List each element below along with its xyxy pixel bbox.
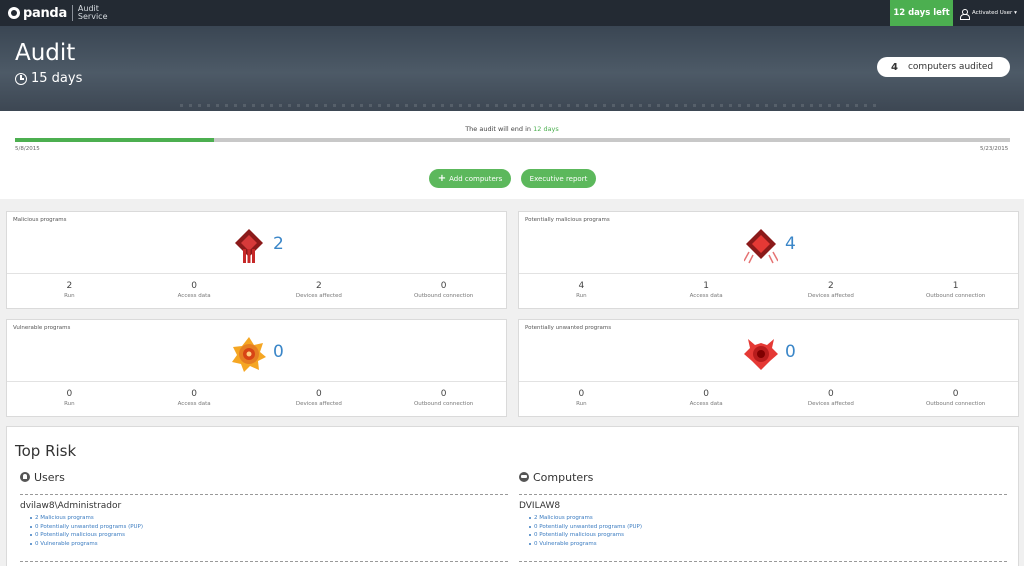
computer-icon bbox=[519, 472, 529, 482]
audit-progress-fill bbox=[15, 138, 214, 142]
users-heading: Users bbox=[20, 470, 508, 484]
vulnerable-icon bbox=[232, 337, 266, 372]
audit-progress-bar bbox=[15, 138, 1010, 142]
clock-icon bbox=[15, 72, 27, 85]
pup-count: 0 bbox=[785, 342, 796, 362]
top-risk-user-name[interactable]: dvilaw8\Administrador bbox=[20, 501, 508, 511]
malware-icon bbox=[235, 229, 263, 263]
divider bbox=[519, 494, 1007, 495]
malicious-programs-card[interactable]: Malicious programs 2 2 Run 0 Access data 2… bbox=[6, 211, 507, 309]
add-computers-button[interactable]: + Add computers bbox=[429, 169, 511, 188]
card-title: Potentially malicious programs bbox=[525, 217, 610, 223]
divider bbox=[20, 494, 508, 495]
top-risk-users: Users dvilaw8\Administrador 2 Malicious … bbox=[20, 470, 508, 562]
risk-item-link[interactable]: 0 Vulnerable programs bbox=[20, 540, 508, 549]
progress-panel: The audit will end in 12 days 5/8/2015 5… bbox=[0, 111, 1024, 199]
paw-icon bbox=[8, 6, 20, 19]
risk-item-link[interactable]: 0 Potentially malicious programs bbox=[20, 531, 508, 540]
stat-run: 2 Run bbox=[64, 281, 75, 299]
logo-divider bbox=[71, 5, 73, 21]
potential-malware-icon bbox=[744, 229, 778, 264]
end-date: 5/23/2015 bbox=[980, 146, 1009, 152]
users-icon bbox=[20, 472, 30, 482]
risk-item-link[interactable]: 2 Malicious programs bbox=[20, 514, 508, 523]
stat-devices-affected: 2 Devices affected bbox=[295, 281, 342, 299]
pup-icon bbox=[744, 339, 778, 370]
stat-access-data: 0 Access data bbox=[689, 389, 723, 407]
divider bbox=[20, 561, 508, 562]
card-stats: 2 Run 0 Access data 2 Devices affected 0 Out… bbox=[7, 273, 506, 309]
computers-heading: Computers bbox=[519, 470, 1007, 484]
top-risk-title: Top Risk bbox=[15, 442, 77, 460]
user-menu[interactable]: Activated User ▾ bbox=[960, 0, 1017, 26]
stat-outbound-connection: 0 Outbound connection bbox=[925, 389, 986, 407]
plus-icon: + bbox=[437, 173, 447, 184]
stat-run: 4 Run bbox=[576, 281, 587, 299]
stat-devices-affected: 0 Devices affected bbox=[295, 389, 342, 407]
executive-report-button[interactable]: Executive report bbox=[521, 169, 596, 188]
card-title: Vulnerable programs bbox=[13, 325, 71, 331]
audit-end-text: The audit will end in 12 days bbox=[465, 125, 559, 133]
stat-access-data: 0 Access data bbox=[177, 281, 211, 299]
risk-item-link[interactable]: 2 Malicious programs bbox=[519, 514, 1007, 523]
stat-outbound-connection: 0 Outbound connection bbox=[413, 389, 474, 407]
risk-item-link[interactable]: 0 Potentially unwanted programs (PUP) bbox=[20, 523, 508, 532]
stat-access-data: 0 Access data bbox=[177, 389, 211, 407]
card-stats: 0 Run 0 Access data 0 Devices affected 0 Out… bbox=[7, 381, 506, 417]
potentially-malicious-count: 4 bbox=[785, 234, 796, 254]
vulnerable-count: 0 bbox=[273, 342, 284, 362]
stat-run: 0 Run bbox=[576, 389, 587, 407]
vulnerable-programs-card[interactable]: Vulnerable programs 0 0 Run 0 Access data … bbox=[6, 319, 507, 417]
stat-access-data: 1 Access data bbox=[689, 281, 723, 299]
malicious-count: 2 bbox=[273, 234, 284, 254]
top-risk-computers: Computers DVILAW8 2 Malicious programs 0… bbox=[519, 470, 1007, 562]
logo-wordmark: panda bbox=[8, 6, 67, 21]
user-risk-list: 2 Malicious programs 0 Potentially unwan… bbox=[20, 514, 508, 548]
top-risk-panel: Top Risk Users dvilaw8\Administrador 2 M… bbox=[6, 426, 1019, 566]
top-risk-computer-name[interactable]: DVILAW8 bbox=[519, 501, 1007, 511]
computer-risk-list: 2 Malicious programs 0 Potentially unwan… bbox=[519, 514, 1007, 548]
user-name: Activated User ▾ bbox=[972, 10, 1017, 16]
card-title: Potentially unwanted programs bbox=[525, 325, 612, 331]
stat-run: 0 Run bbox=[64, 389, 75, 407]
pup-card[interactable]: Potentially unwanted programs 0 0 Run 0 Ac… bbox=[518, 319, 1019, 417]
audit-duration: 15 days bbox=[15, 71, 82, 86]
potentially-malicious-card[interactable]: Potentially malicious programs 4 4 Run 1A… bbox=[518, 211, 1019, 309]
panda-logo[interactable]: panda Audit Service bbox=[8, 5, 118, 21]
card-stats: 4 Run 1 Access data 2 Devices affected 1 Out… bbox=[519, 273, 1018, 309]
stat-devices-affected: 2 Devices affected bbox=[807, 281, 854, 299]
card-stats: 0 Run 0 Access data 0 Devices affected 0 Out… bbox=[519, 381, 1018, 417]
days-left-badge[interactable]: 12 days left bbox=[890, 0, 953, 26]
product-name: Audit Service bbox=[77, 4, 108, 21]
computers-audited-label: computers audited bbox=[907, 62, 994, 72]
risk-item-link[interactable]: 0 Vulnerable programs bbox=[519, 540, 1007, 549]
computers-audited-badge: 4 computers audited bbox=[877, 57, 1010, 77]
computers-audited-count: 4 bbox=[891, 61, 898, 73]
audit-header: Audit 15 days 4 computers audited bbox=[0, 26, 1024, 111]
divider bbox=[519, 561, 1007, 562]
card-title: Malicious programs bbox=[13, 217, 67, 223]
stat-outbound-connection: 1 Outbound connection bbox=[925, 281, 986, 299]
page-title: Audit bbox=[15, 40, 76, 66]
stat-outbound-connection: 0 Outbound connection bbox=[413, 281, 474, 299]
user-icon bbox=[960, 8, 970, 20]
risk-item-link[interactable]: 0 Potentially malicious programs bbox=[519, 531, 1007, 540]
top-bar: panda Audit Service 12 days left Activate… bbox=[0, 0, 1024, 26]
start-date: 5/8/2015 bbox=[15, 146, 40, 152]
stat-devices-affected: 0 Devices affected bbox=[807, 389, 854, 407]
risk-item-link[interactable]: 0 Potentially unwanted programs (PUP) bbox=[519, 523, 1007, 532]
